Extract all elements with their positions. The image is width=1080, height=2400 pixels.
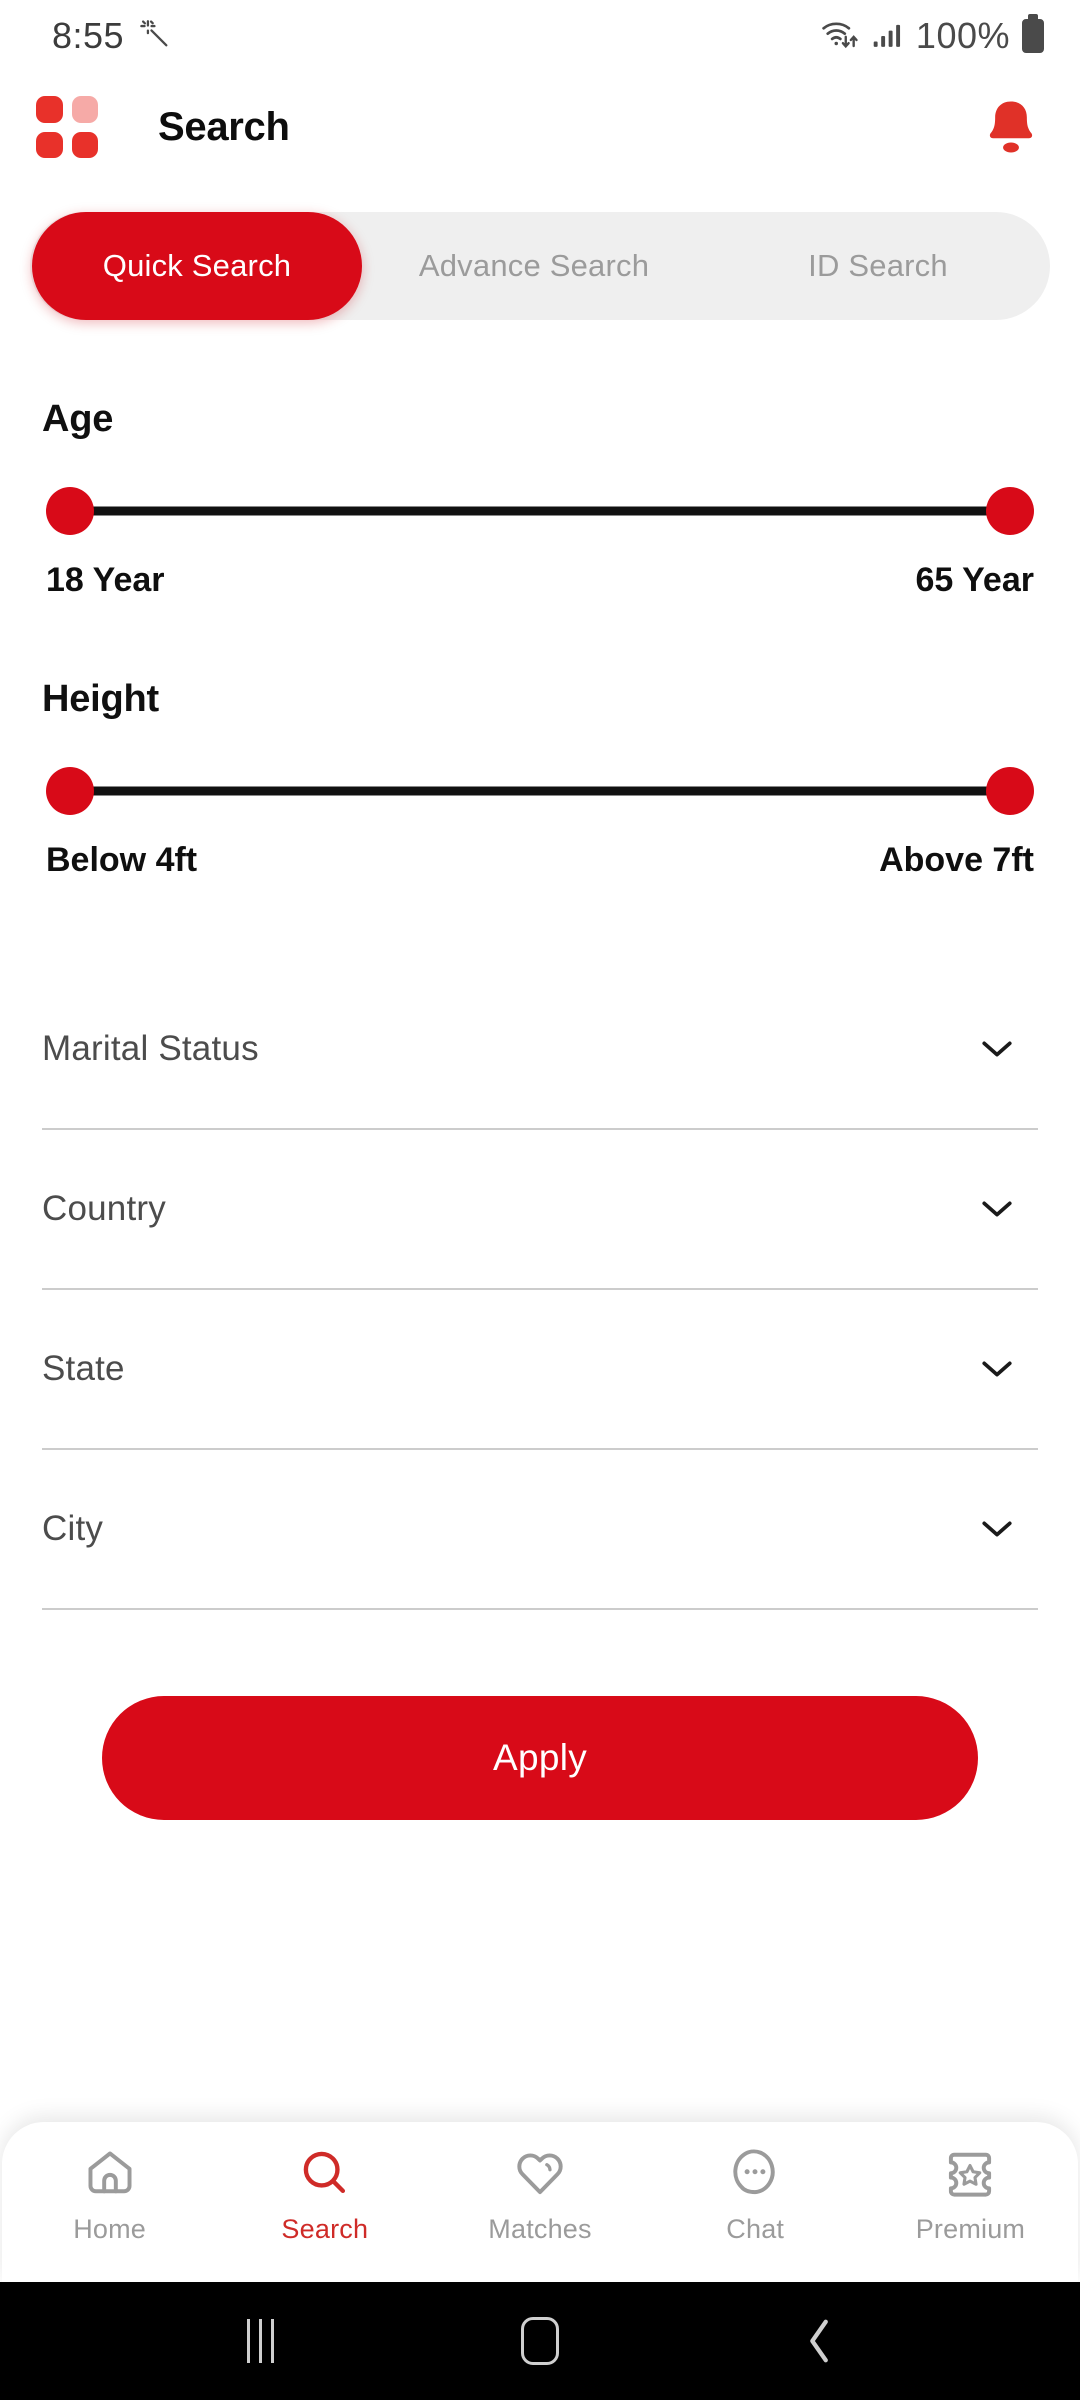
height-slider-rail[interactable] xyxy=(46,767,1034,815)
age-max-label: 65 Year xyxy=(915,561,1034,599)
age-min-label: 18 Year xyxy=(46,561,165,599)
nav-item-matches-label: Matches xyxy=(488,2214,592,2244)
dropdown-marital-status-label: Marital Status xyxy=(42,1029,259,1068)
height-min-label: Below 4ft xyxy=(46,841,198,879)
nav-item-chat-label: Chat xyxy=(726,2214,785,2244)
age-filter-section: Age 18 Year 65 Year xyxy=(42,398,1038,600)
battery-icon xyxy=(1022,19,1044,53)
age-slider-thumb-max[interactable] xyxy=(986,487,1034,535)
battery-percentage: 100% xyxy=(915,15,1010,56)
height-filter-section: Height Below 4ft Above 7ft xyxy=(42,678,1038,880)
height-slider-thumb-min[interactable] xyxy=(46,767,94,815)
tab-id-search[interactable]: ID Search xyxy=(706,212,1050,320)
nav-item-home[interactable]: Home xyxy=(2,2146,217,2245)
status-bar-right: 100% xyxy=(820,15,1044,58)
age-slider-rail[interactable] xyxy=(46,487,1034,535)
grid-cell-bottom-left xyxy=(36,131,63,158)
age-range-slider[interactable]: 18 Year 65 Year xyxy=(42,487,1038,600)
grid-cell-top-left xyxy=(36,96,63,123)
age-section-title: Age xyxy=(42,398,114,440)
height-max-label: Above 7ft xyxy=(879,841,1034,879)
chevron-down-icon xyxy=(978,1350,1016,1388)
nav-item-premium[interactable]: Premium xyxy=(863,2146,1078,2245)
height-section-title: Height xyxy=(42,678,160,720)
grid-logo-icon[interactable] xyxy=(36,96,98,158)
dropdown-marital-status[interactable]: Marital Status xyxy=(42,970,1038,1130)
status-bar: 8:55 100% xyxy=(0,0,1080,72)
chevron-down-icon xyxy=(978,1510,1016,1548)
home-button[interactable] xyxy=(495,2296,585,2386)
bottom-navigation-bar: Home Search Matches Chat Premium xyxy=(2,2122,1078,2282)
recents-button[interactable] xyxy=(215,2296,305,2386)
height-slider-labels: Below 4ft Above 7ft xyxy=(46,841,1034,880)
status-bar-left: 8:55 xyxy=(52,15,172,57)
app-header: Search xyxy=(0,72,1080,182)
filter-form: Age 18 Year 65 Year Height Below 4ft Abo… xyxy=(0,320,1080,2122)
android-system-navigation xyxy=(0,2282,1080,2400)
nav-item-search[interactable]: Search xyxy=(217,2146,432,2245)
dropdown-list: Marital Status Country State City xyxy=(42,970,1038,1610)
age-slider-labels: 18 Year 65 Year xyxy=(46,561,1034,600)
tab-advance-search-label: Advance Search xyxy=(418,248,650,283)
search-icon xyxy=(303,2151,345,2194)
nav-item-chat[interactable]: Chat xyxy=(648,2146,863,2245)
page-title: Search xyxy=(158,104,290,149)
grid-cell-top-right xyxy=(71,96,98,123)
height-slider-track xyxy=(72,786,1008,796)
nav-item-search-label: Search xyxy=(281,2214,369,2244)
tab-quick-search[interactable]: Quick Search xyxy=(32,212,362,320)
phone-screen: 8:55 100% Search Quick Search Advance Se… xyxy=(0,0,1080,2400)
heart-icon xyxy=(517,2153,563,2195)
cellular-signal-icon xyxy=(872,17,906,56)
dropdown-country[interactable]: Country xyxy=(42,1130,1038,1290)
nav-item-premium-label: Premium xyxy=(915,2214,1026,2244)
dropdown-state[interactable]: State xyxy=(42,1290,1038,1450)
apply-button-container: Apply xyxy=(42,1610,1038,1820)
wifi-icon xyxy=(820,15,862,58)
tab-advance-search[interactable]: Advance Search xyxy=(362,212,706,320)
chevron-down-icon xyxy=(978,1030,1016,1068)
chat-bubble-icon xyxy=(733,2149,775,2195)
age-slider-track xyxy=(72,506,1008,516)
notification-bell-button[interactable] xyxy=(982,96,1040,158)
tab-quick-search-label: Quick Search xyxy=(102,248,292,283)
bell-icon xyxy=(989,101,1033,153)
ticket-star-icon xyxy=(949,2152,992,2197)
nav-item-matches[interactable]: Matches xyxy=(432,2146,647,2245)
chevron-down-icon xyxy=(978,1190,1016,1228)
search-mode-tabs: Quick Search Advance Search ID Search xyxy=(30,212,1050,320)
back-chevron-icon xyxy=(810,2319,828,2363)
apply-button[interactable]: Apply xyxy=(102,1696,978,1820)
dropdown-city[interactable]: City xyxy=(42,1450,1038,1610)
dropdown-city-label: City xyxy=(42,1509,104,1548)
height-range-slider[interactable]: Below 4ft Above 7ft xyxy=(42,767,1038,880)
magic-wand-icon xyxy=(138,17,172,56)
tab-id-search-label: ID Search xyxy=(808,248,948,283)
recents-icon xyxy=(246,2319,274,2363)
back-button[interactable] xyxy=(775,2296,865,2386)
home-square-icon xyxy=(521,2317,559,2365)
height-slider-thumb-max[interactable] xyxy=(986,767,1034,815)
nav-item-home-label: Home xyxy=(73,2214,147,2244)
dropdown-country-label: Country xyxy=(42,1189,166,1228)
age-slider-thumb-min[interactable] xyxy=(46,487,94,535)
grid-cell-bottom-right xyxy=(71,131,98,158)
dropdown-state-label: State xyxy=(42,1349,125,1388)
status-clock: 8:55 xyxy=(52,15,125,56)
home-icon xyxy=(88,2151,132,2194)
